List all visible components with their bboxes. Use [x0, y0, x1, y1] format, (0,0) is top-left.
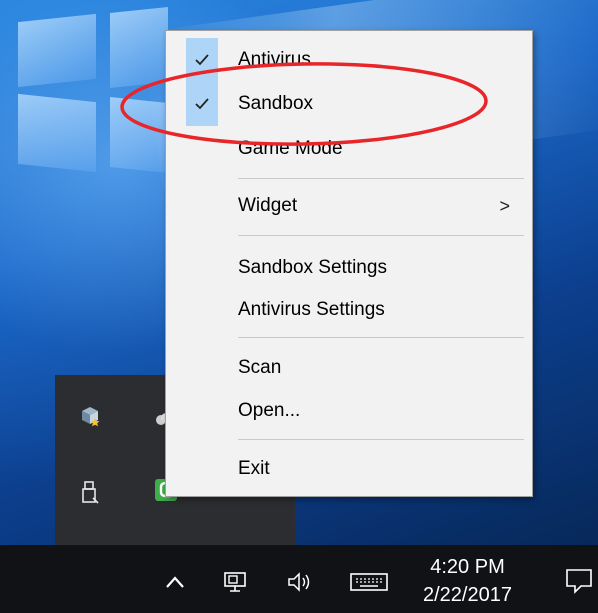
- action-center-icon[interactable]: [560, 562, 598, 600]
- menu-separator: [238, 235, 524, 236]
- menu-separator: [238, 178, 524, 179]
- menu-item-widget[interactable]: Widget >: [166, 184, 532, 228]
- volume-icon[interactable]: [282, 565, 320, 599]
- menu-item-label: Sandbox: [238, 93, 314, 114]
- chevron-up-icon[interactable]: [158, 565, 192, 599]
- checkmark-icon: [186, 82, 218, 126]
- menu-separator: [238, 439, 524, 440]
- windows-logo-pane: [18, 93, 96, 173]
- usb-drive-icon[interactable]: [77, 480, 103, 506]
- menu-item-antivirus[interactable]: Antivirus: [166, 38, 532, 82]
- keyboard-icon[interactable]: [346, 565, 392, 599]
- menu-item-label: Antivirus: [238, 49, 311, 70]
- menu-item-label: Game Mode: [238, 138, 343, 159]
- menu-item-sandbox[interactable]: Sandbox: [166, 82, 532, 126]
- menu-item-label: Antivirus Settings: [238, 299, 385, 320]
- windows-logo-pane: [110, 6, 168, 89]
- clock-date: 2/22/2017: [423, 584, 512, 606]
- checkmark-icon: [186, 38, 218, 82]
- menu-item-label: Widget: [238, 195, 298, 216]
- taskbar-clock[interactable]: 4:20 PM 2/22/2017: [405, 553, 530, 609]
- clock-time: 4:20 PM: [430, 556, 505, 578]
- menu-item-sandbox-settings[interactable]: Sandbox Settings: [166, 246, 532, 290]
- network-icon[interactable]: [218, 565, 252, 599]
- windows-logo-pane: [110, 96, 168, 174]
- context-menu: Antivirus Sandbox Game Mode Widget > San…: [165, 30, 533, 497]
- menu-item-label: Scan: [238, 357, 282, 378]
- menu-item-label: Exit: [238, 458, 270, 479]
- menu-item-label: Open...: [238, 400, 301, 421]
- menu-item-open[interactable]: Open...: [166, 389, 532, 433]
- menu-item-label: Sandbox Settings: [238, 257, 387, 278]
- menu-item-antivirus-settings[interactable]: Antivirus Settings: [166, 288, 532, 332]
- menu-separator: [238, 337, 524, 338]
- windows-logo-pane: [18, 13, 96, 88]
- menu-item-scan[interactable]: Scan: [166, 346, 532, 390]
- submenu-arrow-icon: >: [499, 195, 510, 216]
- menu-item-game-mode[interactable]: Game Mode: [166, 127, 532, 171]
- menu-item-exit[interactable]: Exit: [166, 447, 532, 491]
- sandbox-tray-icon[interactable]: [77, 403, 103, 429]
